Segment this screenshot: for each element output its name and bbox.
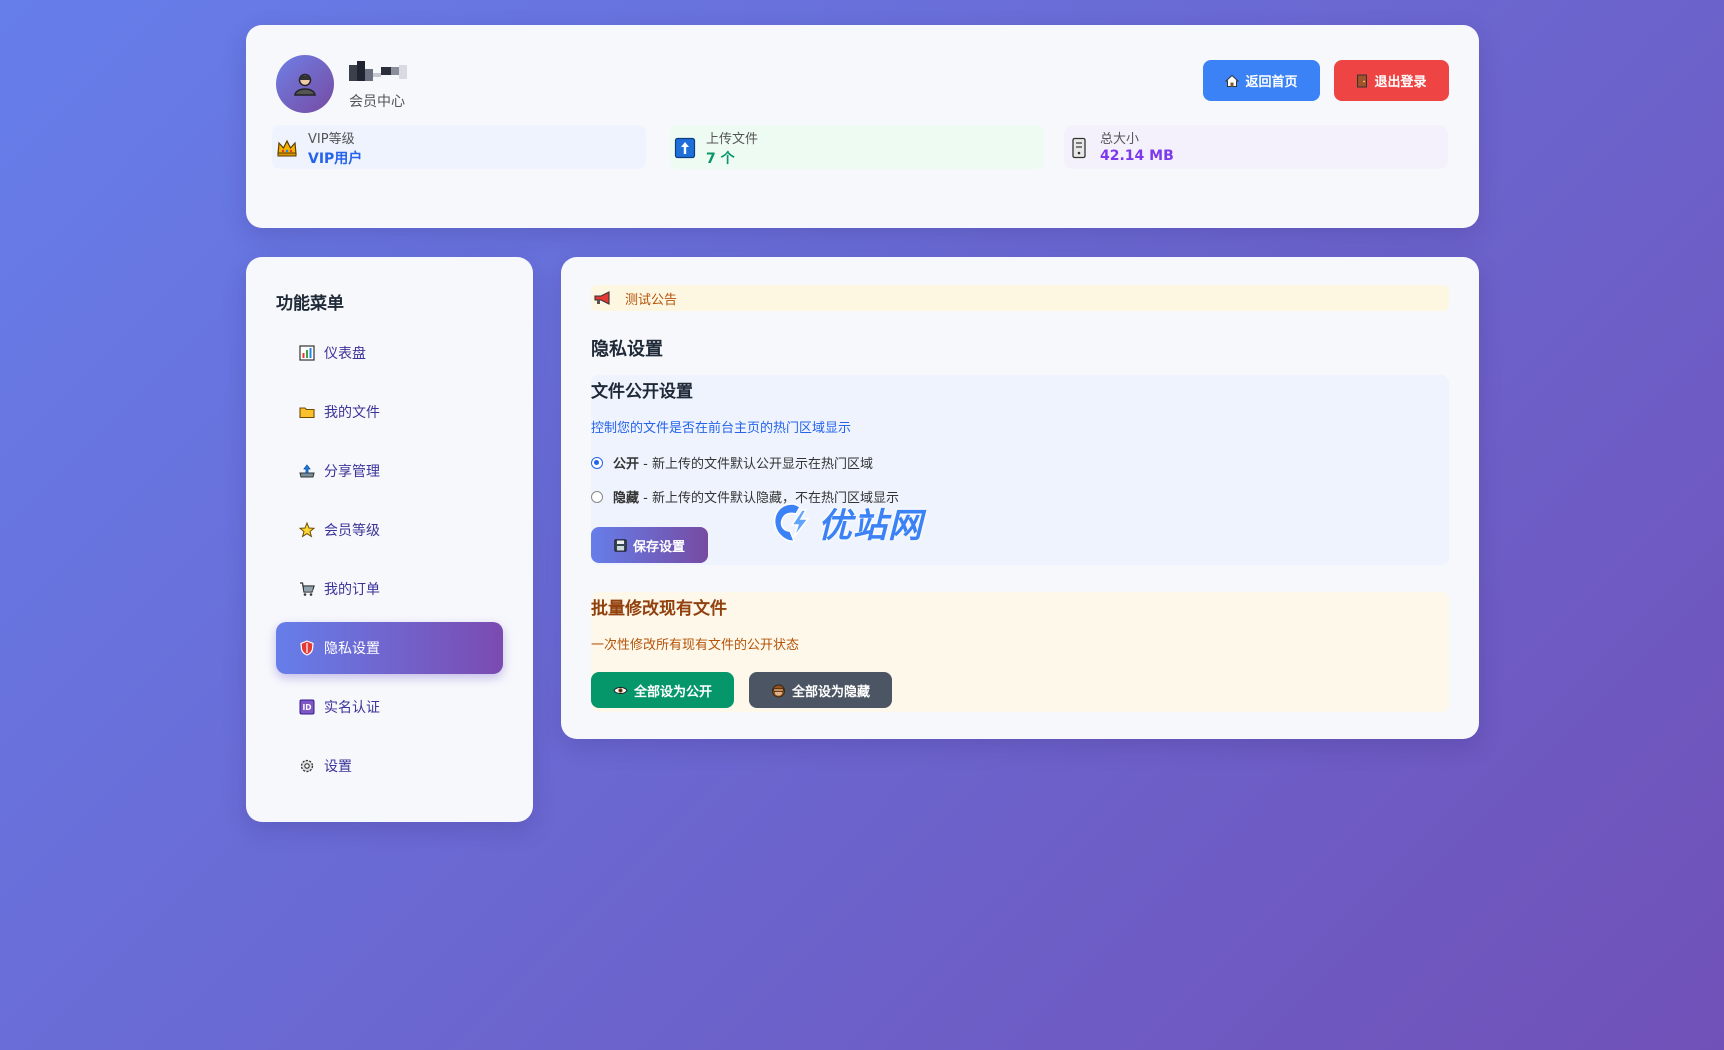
- stat-value: VIP用户: [308, 151, 363, 167]
- sidebar-item-label: 仪表盘: [324, 346, 366, 362]
- sidebar-item-share-management[interactable]: 分享管理: [276, 445, 503, 497]
- storage-icon: [1072, 137, 1086, 159]
- sidebar-item-settings[interactable]: 设置: [276, 740, 503, 792]
- username-pixelated: [349, 61, 413, 81]
- sidebar-item-label: 会员等级: [324, 523, 380, 539]
- announcement-text: 测试公告: [625, 292, 678, 308]
- option-public-text: - 新上传的文件默认公开显示在热门区域: [639, 457, 873, 472]
- section-title: 批量修改现有文件: [591, 599, 727, 619]
- section-title: 文件公开设置: [591, 382, 693, 402]
- crown-icon: [277, 139, 297, 157]
- share-tray-icon: [298, 462, 316, 480]
- sidebar-item-my-orders[interactable]: 我的订单: [276, 563, 503, 615]
- sidebar-item-label: 设置: [324, 759, 352, 775]
- folder-icon: [298, 403, 316, 421]
- star-icon: [298, 521, 316, 539]
- logout-button[interactable]: 退出登录: [1334, 60, 1449, 101]
- stat-label: VIP等级: [308, 132, 355, 147]
- sidebar-item-privacy-settings[interactable]: 隐私设置: [276, 622, 503, 674]
- sidebar-item-member-level[interactable]: 会员等级: [276, 504, 503, 556]
- hide-button-label: 全部设为隐藏: [791, 683, 870, 699]
- radio-public[interactable]: [591, 456, 603, 469]
- stat-value: 7 个: [706, 151, 735, 167]
- file-public-settings-section: 文件公开设置 控制您的文件是否在前台主页的热门区域显示 公开 - 新上传的文件默…: [591, 375, 1449, 565]
- menu-title: 功能菜单: [276, 294, 344, 314]
- sidebar-item-my-files[interactable]: 我的文件: [276, 386, 503, 438]
- lightning-logo-icon: [773, 502, 810, 542]
- sidebar-item-label: 我的订单: [324, 582, 380, 598]
- cart-icon: [298, 580, 316, 598]
- door-icon: [1357, 74, 1368, 87]
- person-icon: [294, 73, 316, 96]
- announcement-bar: 测试公告: [591, 285, 1449, 311]
- stat-vip-level: VIP等级 VIP用户: [272, 125, 646, 169]
- save-settings-button[interactable]: 保存设置: [591, 527, 708, 563]
- home-icon: [1225, 74, 1240, 87]
- batch-modify-section: 批量修改现有文件 一次性修改所有现有文件的公开状态 全部设为公开 全部设为隐藏: [591, 592, 1449, 712]
- home-button-label: 返回首页: [1245, 74, 1298, 89]
- set-all-hidden-button[interactable]: 全部设为隐藏: [749, 672, 892, 708]
- stat-upload-files: 上传文件 7 个: [670, 125, 1044, 169]
- member-center-label: 会员中心: [349, 94, 405, 110]
- sidebar-item-real-name-auth[interactable]: ID 实名认证: [276, 681, 503, 733]
- radio-public-label: 公开 - 新上传的文件默认公开显示在热门区域: [613, 453, 873, 472]
- sidebar-item-label: 实名认证: [324, 700, 380, 716]
- chart-icon: [298, 344, 316, 362]
- eye-icon: [613, 686, 628, 694]
- megaphone-icon: [594, 291, 610, 305]
- user-header-card: 会员中心 返回首页 退出登录 VIP等级 VIP用户 上传文件 7 个 总大小 …: [246, 25, 1479, 228]
- floppy-disk-icon: [614, 538, 627, 552]
- stat-total-size: 总大小 42.14 MB: [1064, 125, 1448, 169]
- sidebar-item-dashboard[interactable]: 仪表盘: [276, 327, 503, 379]
- page-title: 隐私设置: [591, 339, 663, 360]
- sidebar-menu: 功能菜单 仪表盘 我的文件 分享管理 会员等级 我的订单 隐私设置 ID 实名认…: [246, 257, 533, 822]
- stat-value: 42.14 MB: [1100, 148, 1174, 164]
- site-watermark: 优站网: [770, 498, 923, 547]
- set-all-public-button[interactable]: 全部设为公开: [591, 672, 734, 708]
- section-description: 控制您的文件是否在前台主页的热门区域显示: [591, 421, 852, 436]
- see-no-evil-monkey-icon: [772, 684, 785, 697]
- home-button[interactable]: 返回首页: [1203, 60, 1320, 101]
- option-hidden-bold: 隐藏: [613, 491, 640, 506]
- id-card-icon: ID: [298, 698, 316, 716]
- radio-option-public[interactable]: 公开 - 新上传的文件默认公开显示在热门区域: [591, 453, 873, 472]
- section-description: 一次性修改所有现有文件的公开状态: [591, 638, 800, 653]
- sidebar-item-label: 我的文件: [324, 405, 380, 421]
- sidebar-item-label: 隐私设置: [324, 641, 380, 657]
- logout-button-label: 退出登录: [1374, 74, 1427, 89]
- avatar: [276, 55, 334, 113]
- sidebar-item-label: 分享管理: [324, 464, 380, 480]
- upload-arrow-icon: [674, 137, 696, 159]
- option-public-bold: 公开: [613, 457, 640, 472]
- svg-text:ID: ID: [302, 703, 311, 712]
- save-button-label: 保存设置: [632, 538, 685, 554]
- gear-icon: [298, 757, 316, 775]
- stat-label: 上传文件: [706, 132, 759, 147]
- radio-hidden[interactable]: [591, 490, 603, 503]
- stat-label: 总大小: [1100, 132, 1140, 147]
- watermark-text: 优站网: [818, 506, 923, 546]
- shield-icon: [298, 639, 316, 657]
- public-button-label: 全部设为公开: [633, 683, 712, 699]
- privacy-settings-panel: 测试公告 隐私设置 文件公开设置 控制您的文件是否在前台主页的热门区域显示 公开…: [561, 257, 1479, 739]
